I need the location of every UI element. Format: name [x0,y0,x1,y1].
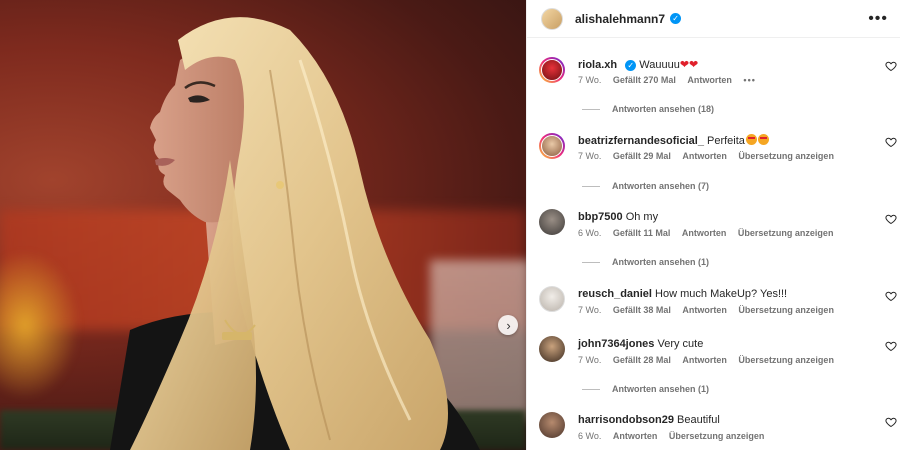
comment-text: Beautiful [677,414,720,426]
commenter-avatar[interactable] [539,133,565,159]
comment-username[interactable]: bbp7500 [578,211,623,223]
comment-meta: 7 Wo. Gefällt 28 Mal Antworten Übersetzu… [578,355,843,365]
comment-meta: 7 Wo. Gefällt 270 Mal Antworten ••• [578,75,765,85]
comment-age: 7 Wo. [578,305,602,315]
reply-button[interactable]: Antworten [682,151,727,161]
commenter-avatar[interactable] [539,57,565,83]
comment-age: 6 Wo. [578,431,602,441]
comment-text: Perfeita [707,135,745,147]
heart-eyes-emoji-icon [745,134,757,145]
show-translation-button[interactable]: Übersetzung anzeigen [738,305,834,315]
divider [582,388,600,390]
comment-meta: 6 Wo. Gefällt 11 Mal Antworten Übersetzu… [578,228,842,238]
view-replies-label: Antworten ansehen (7) [612,181,710,191]
comment-likes[interactable]: Gefällt 38 Mal [613,305,671,315]
heart-outline-icon[interactable] [885,213,897,225]
divider [582,185,600,187]
view-replies-button[interactable]: Antworten ansehen (1) [582,384,709,394]
post-header: alishalehmann7 ✓ ••• [527,0,900,38]
comment-age: 7 Wo. [578,151,602,161]
author-avatar[interactable] [541,7,563,30]
comment-username[interactable]: john7364jones [578,338,654,350]
reply-button[interactable]: Antworten [682,228,727,238]
divider [582,261,600,263]
comment-text-line: riola.xh ✓ Wauuuu❤❤ [578,58,698,71]
comment-likes[interactable]: Gefällt 28 Mal [613,355,671,365]
view-replies-label: Antworten ansehen (1) [612,257,710,267]
post-photo: › [0,0,526,450]
reply-button[interactable]: Antworten [682,305,727,315]
show-translation-button[interactable]: Übersetzung anzeigen [738,355,834,365]
view-replies-button[interactable]: Antworten ansehen (1) [582,257,709,267]
commenter-avatar[interactable] [539,336,565,362]
heart-outline-icon[interactable] [885,340,897,352]
red-heart-emoji-icon: ❤❤ [679,59,699,71]
comment-text-line: john7364jones Very cute [578,338,703,350]
comments-panel: alishalehmann7 ✓ ••• riola.xh ✓ Wauuuu❤❤… [526,0,900,450]
comment-meta: 7 Wo. Gefällt 38 Mal Antworten Übersetzu… [578,305,843,315]
comment-more-icon[interactable]: ••• [743,75,755,85]
view-replies-label: Antworten ansehen (18) [612,104,715,114]
view-replies-button[interactable]: Antworten ansehen (7) [582,181,709,191]
show-translation-button[interactable]: Übersetzung anzeigen [738,151,834,161]
chevron-right-icon: › [506,317,511,333]
divider [582,108,600,110]
comment-likes[interactable]: Gefällt 11 Mal [613,228,671,238]
comment-text: Very cute [657,338,704,350]
view-replies-button[interactable]: Antworten ansehen (18) [582,104,714,114]
view-replies-label: Antworten ansehen (1) [612,384,710,394]
comment-text-line: reusch_daniel How much MakeUp? Yes!!! [578,288,787,300]
person-profile-illustration [110,17,480,450]
show-translation-button[interactable]: Übersetzung anzeigen [738,228,834,238]
show-translation-button[interactable]: Übersetzung anzeigen [669,431,765,441]
comment-text: How much MakeUp? Yes!!! [655,288,788,300]
comment-meta: 6 Wo. Antworten Übersetzung anzeigen [578,431,773,441]
next-image-button[interactable]: › [498,315,518,335]
commenter-avatar[interactable] [539,286,565,312]
comment-text-line: beatrizfernandesoficial_ Perfeita [578,134,769,147]
heart-eyes-emoji-icon [757,134,769,145]
comment-text-line: harrisondobson29 Beautiful [578,414,720,426]
comment-username[interactable]: reusch_daniel [578,288,652,300]
verified-badge-icon: ✓ [625,60,637,71]
comment-username[interactable]: beatrizfernandesoficial_ [578,135,704,147]
comment-age: 6 Wo. [578,228,602,238]
more-options-icon[interactable]: ••• [868,10,888,28]
commenter-avatar[interactable] [539,412,565,438]
comment-likes[interactable]: Gefällt 29 Mal [613,151,671,161]
verified-badge-icon: ✓ [670,13,682,24]
comment-text: Wauuuu [639,59,680,71]
author-username[interactable]: alishalehmann7 [575,12,665,26]
heart-outline-icon[interactable] [885,136,897,148]
reply-button[interactable]: Antworten [682,355,727,365]
heart-outline-icon[interactable] [885,60,897,72]
commenter-avatar[interactable] [539,209,565,235]
comment-username[interactable]: riola.xh [578,59,617,71]
heart-outline-icon[interactable] [885,416,897,428]
comment-likes[interactable]: Gefällt 270 Mal [613,75,676,85]
reply-button[interactable]: Antworten [687,75,732,85]
comment-meta: 7 Wo. Gefällt 29 Mal Antworten Übersetzu… [578,151,843,161]
reply-button[interactable]: Antworten [613,431,658,441]
comment-age: 7 Wo. [578,75,602,85]
comment-username[interactable]: harrisondobson29 [578,414,674,426]
comment-text: Oh my [625,211,659,223]
comment-text-line: bbp7500 Oh my [578,211,658,223]
heart-outline-icon[interactable] [885,290,897,302]
comment-age: 7 Wo. [578,355,602,365]
